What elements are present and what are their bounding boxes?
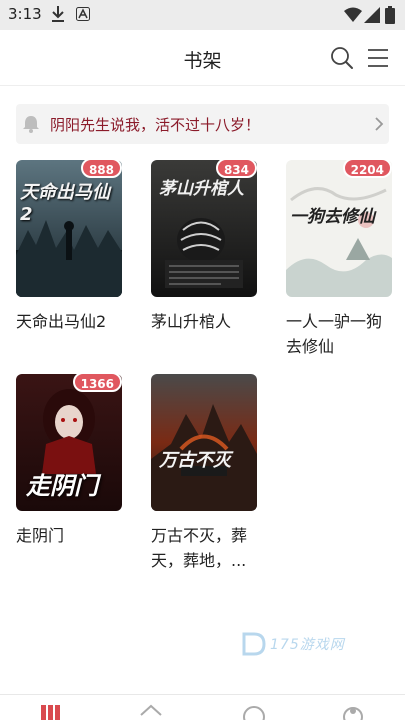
status-bar: 3:13: [0, 0, 405, 30]
book-item[interactable]: 天命出马仙2 888 天命出马仙2: [16, 158, 122, 334]
book-cover[interactable]: 天命出马仙2: [16, 160, 122, 297]
signal-icon: [364, 7, 380, 23]
cover-title: 万古不灭: [159, 450, 231, 471]
chevron-right-icon: [375, 117, 384, 131]
book-cover[interactable]: 一狗去修仙: [286, 160, 392, 297]
watermark-text: 175游戏网: [270, 637, 345, 653]
book-item[interactable]: 万古不灭 万古不灭，葬天，葬地，...: [151, 374, 257, 573]
menu-icon[interactable]: [367, 47, 389, 69]
book-cover[interactable]: 走阴门: [16, 374, 122, 511]
watermark-logo-icon: [242, 632, 266, 656]
status-time: 3:13: [8, 5, 42, 23]
site-watermark: 175游戏网: [240, 628, 370, 662]
cover-title: 走阴门: [26, 472, 98, 500]
bottom-nav: [0, 694, 405, 720]
book-item[interactable]: 走阴门 1366 走阴门: [16, 372, 122, 548]
book-title: 走阴门: [16, 526, 65, 545]
book-cover[interactable]: 茅山升棺人: [151, 160, 257, 297]
update-badge: 2204: [342, 158, 392, 178]
download-icon: [52, 6, 64, 22]
cover-title: 一狗去修仙: [290, 207, 375, 227]
book-title: 一人一驴一狗去修仙: [286, 312, 383, 356]
notice-text: 阴阳先生说我，活不过十八岁！: [50, 116, 261, 134]
app-header: 书架: [0, 30, 405, 86]
book-cover[interactable]: 万古不灭: [151, 374, 257, 511]
book-item[interactable]: 一狗去修仙 2204 一人一驴一狗去修仙: [286, 158, 392, 359]
notice-banner[interactable]: 阴阳先生说我，活不过十八岁！: [16, 104, 389, 144]
battery-icon: [385, 6, 395, 24]
book-title: 万古不灭，葬天，葬地，...: [151, 526, 248, 570]
book-title: 天命出马仙2: [16, 312, 107, 331]
update-badge: 1366: [72, 372, 122, 392]
category-nav-icon[interactable]: [243, 703, 265, 720]
profile-nav-icon[interactable]: [342, 703, 364, 720]
book-item[interactable]: 茅山升棺人 834 茅山升棺人: [151, 158, 257, 334]
search-icon[interactable]: [330, 46, 354, 70]
bookshelf-nav-icon[interactable]: [40, 703, 62, 720]
update-badge: 834: [215, 158, 257, 178]
wifi-icon: [344, 7, 362, 22]
bell-icon: [23, 116, 39, 133]
book-title: 茅山升棺人: [151, 312, 232, 331]
cover-title: 天命出马仙2: [20, 182, 110, 225]
bookstore-nav-icon[interactable]: [140, 703, 162, 720]
update-badge: 888: [80, 158, 122, 178]
app-notification-icon: [76, 7, 90, 21]
